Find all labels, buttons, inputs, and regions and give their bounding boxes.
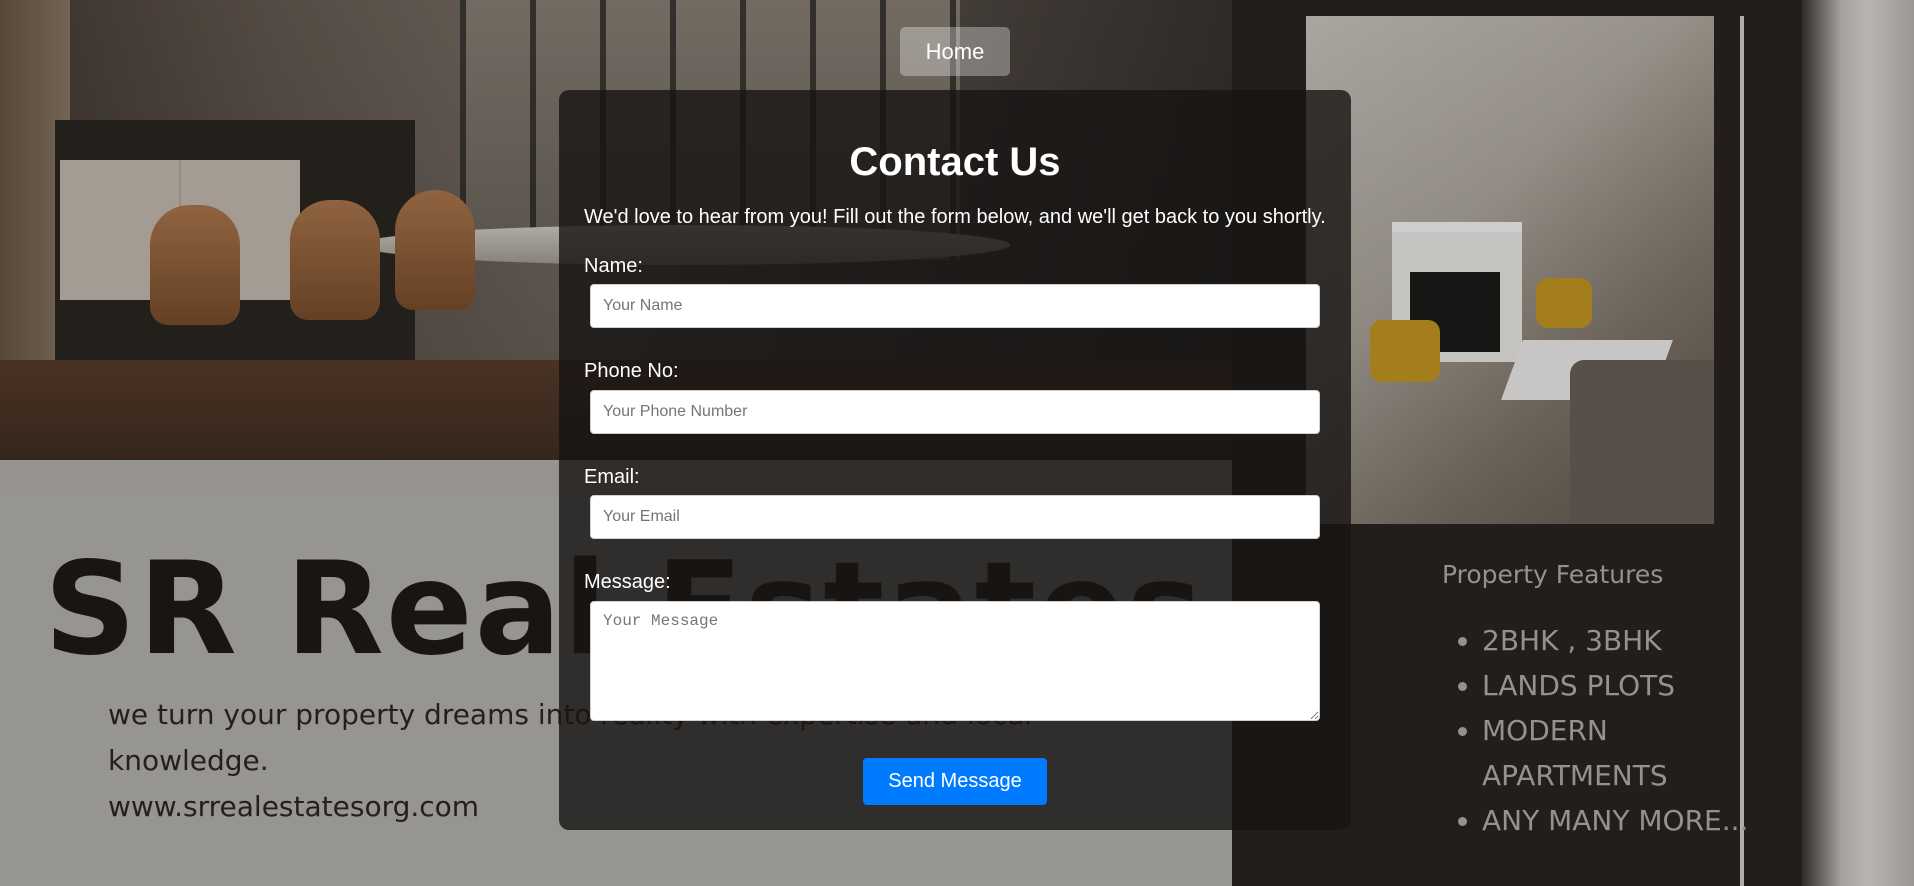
message-textarea[interactable]	[590, 601, 1320, 721]
phone-label: Phone No:	[584, 360, 679, 382]
page: SR Real Estates we turn your property dr…	[0, 0, 1914, 886]
home-button[interactable]: Home	[900, 27, 1010, 76]
message-label: Message:	[584, 571, 671, 593]
email-label: Email:	[584, 466, 640, 488]
phone-input[interactable]	[590, 390, 1320, 434]
name-label: Name:	[584, 255, 643, 277]
email-input[interactable]	[590, 495, 1320, 539]
name-input[interactable]	[590, 284, 1320, 328]
send-message-button[interactable]: Send Message	[863, 758, 1047, 805]
page-title: Contact Us	[849, 140, 1061, 184]
contact-intro-text: We'd love to hear from you! Fill out the…	[584, 206, 1326, 228]
